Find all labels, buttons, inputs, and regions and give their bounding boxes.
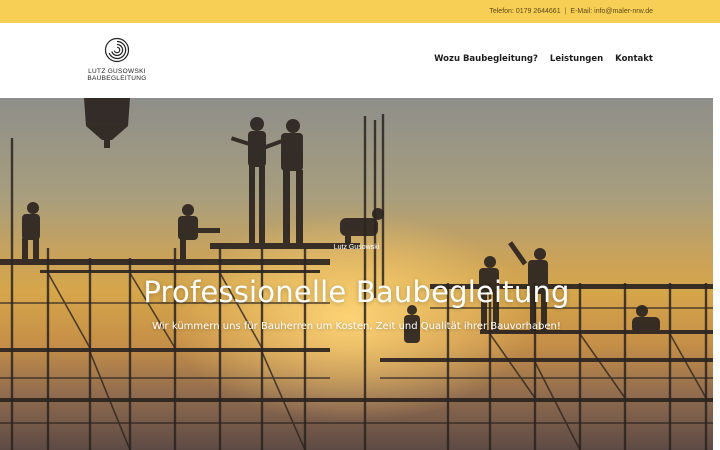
hero-banner: Lutz Gusowski Professionelle Baubegleitu…	[0, 98, 713, 450]
contact-topbar: Telefon: 0179 2644661 | E-Mail: info@mal…	[0, 0, 720, 23]
phone-text[interactable]: Telefon: 0179 2644661	[489, 8, 560, 15]
nav-item-leistungen[interactable]: Leistungen	[550, 54, 603, 64]
hero-kicker: Lutz Gusowski	[333, 244, 380, 251]
hero-headline: Professionelle Baubegleitung	[143, 275, 570, 309]
site-header: LUTZ GUSOWSKI BAUBEGLEITUNG Wozu Baubegl…	[0, 23, 720, 98]
hero-subline: Wir kümmern uns für Bauherren um Kosten,…	[152, 321, 561, 332]
site-logo[interactable]: LUTZ GUSOWSKI BAUBEGLEITUNG	[86, 37, 148, 85]
logo-name: LUTZ GUSOWSKI	[88, 68, 146, 75]
topbar-separator: |	[564, 8, 567, 15]
logo-tagline: BAUBEGLEITUNG	[87, 75, 147, 82]
page-edge	[713, 98, 720, 450]
nav-item-kontakt[interactable]: Kontakt	[615, 54, 653, 64]
spiral-icon	[104, 37, 130, 63]
main-nav: Wozu Baubegleitung? Leistungen Kontakt	[434, 54, 653, 64]
email-text[interactable]: E-Mail: info@maler-nrw.de	[570, 8, 653, 15]
nav-item-wozu-baubegleitung[interactable]: Wozu Baubegleitung?	[434, 54, 538, 64]
hero-content: Lutz Gusowski Professionelle Baubegleitu…	[0, 98, 713, 450]
